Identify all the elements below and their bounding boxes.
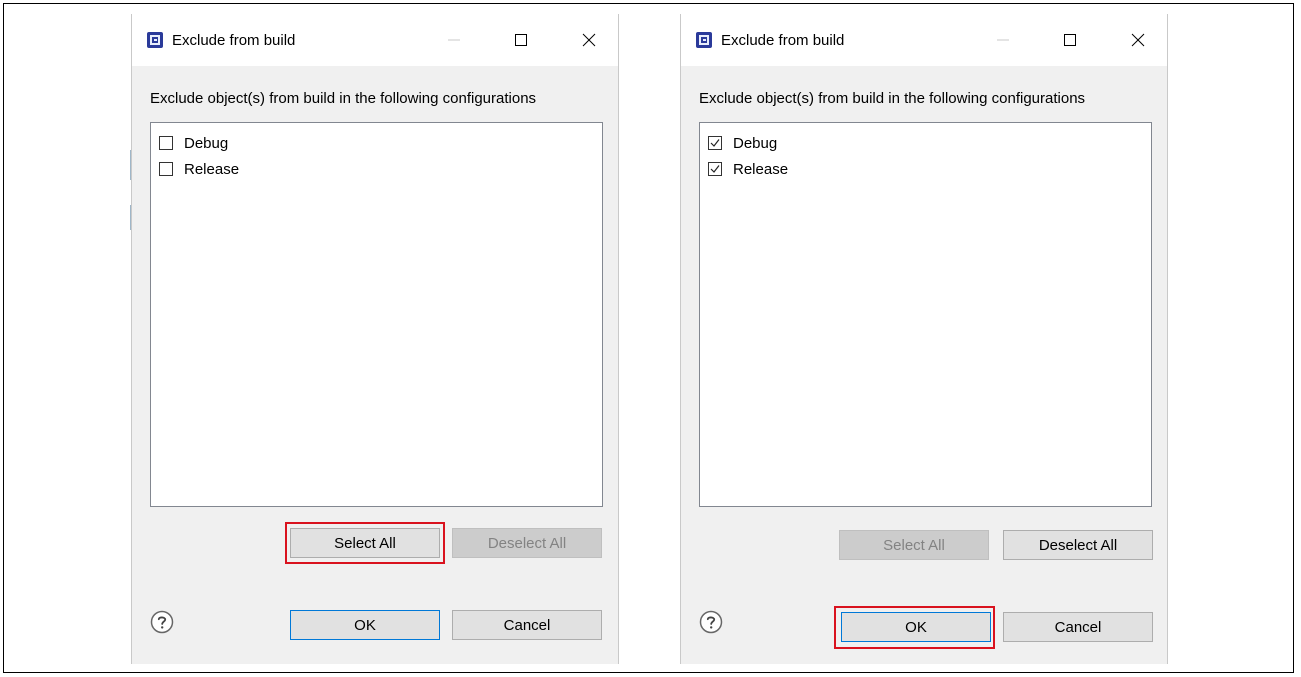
item-label: Debug (184, 134, 229, 152)
app-chip-icon (696, 32, 712, 48)
maximize-button[interactable] (506, 26, 536, 54)
app-chip-icon (147, 32, 163, 48)
cancel-button[interactable]: Cancel (452, 610, 602, 640)
maximize-button[interactable] (1055, 26, 1085, 54)
ok-button[interactable]: OK (290, 610, 440, 640)
exclude-from-build-dialog: Exclude from build Exclude object(s) fro… (131, 14, 619, 664)
dialog-title: Exclude from build (721, 32, 845, 49)
checkmark-icon (710, 139, 720, 147)
close-icon (582, 33, 596, 47)
select-all-button[interactable]: Select All (839, 530, 989, 560)
list-item-release[interactable]: Release (159, 159, 239, 179)
title-bar: Exclude from build (681, 14, 1167, 66)
dialog-title: Exclude from build (172, 32, 296, 49)
close-icon (1131, 33, 1145, 47)
instruction-text: Exclude object(s) from build in the foll… (699, 90, 1086, 107)
release-checkbox[interactable] (159, 162, 173, 176)
list-item-debug[interactable]: Debug (708, 133, 777, 153)
deselect-all-button[interactable]: Deselect All (1003, 530, 1153, 560)
minimize-button[interactable] (988, 26, 1018, 54)
highlight-box (834, 606, 995, 649)
title-bar: Exclude from build (132, 14, 618, 66)
item-label: Release (733, 160, 789, 178)
exclude-from-build-dialog: Exclude from build Exclude object(s) fro… (680, 14, 1168, 664)
configuration-list: Debug Release (150, 122, 603, 507)
item-label: Debug (733, 134, 778, 152)
help-icon[interactable] (699, 610, 723, 634)
configuration-list: Debug Release (699, 122, 1152, 507)
instruction-text: Exclude object(s) from build in the foll… (150, 90, 537, 107)
deselect-all-button[interactable]: Deselect All (452, 528, 602, 558)
debug-checkbox[interactable] (159, 136, 173, 150)
highlight-box (285, 522, 445, 564)
close-button[interactable] (574, 26, 604, 54)
minimize-icon (448, 39, 460, 41)
maximize-icon (1064, 34, 1076, 46)
checkmark-icon (710, 165, 720, 173)
debug-checkbox[interactable] (708, 136, 722, 150)
maximize-icon (515, 34, 527, 46)
close-button[interactable] (1123, 26, 1153, 54)
list-item-release[interactable]: Release (708, 159, 788, 179)
item-label: Release (184, 160, 240, 178)
minimize-icon (997, 39, 1009, 41)
cancel-button[interactable]: Cancel (1003, 612, 1153, 642)
list-item-debug[interactable]: Debug (159, 133, 228, 153)
help-icon[interactable] (150, 610, 174, 634)
release-checkbox[interactable] (708, 162, 722, 176)
minimize-button[interactable] (439, 26, 469, 54)
